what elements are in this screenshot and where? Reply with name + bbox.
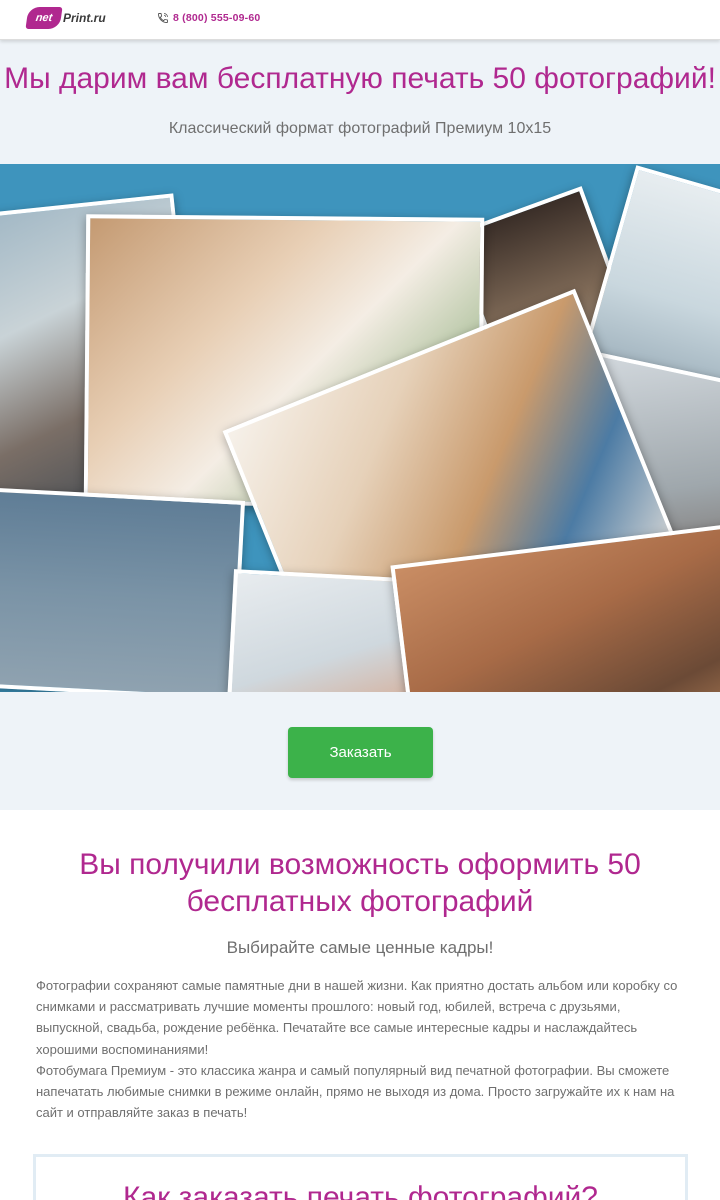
phone-link[interactable]: 8 (800) 555-09-60 [157,12,260,24]
section-body: Фотографии сохраняют самые памятные дни … [36,975,686,1123]
phone-icon [158,13,168,23]
phone-number: 8 (800) 555-09-60 [173,12,261,24]
order-button[interactable]: Заказать [288,727,433,778]
hero-title: Мы дарим вам бесплатную печать 50 фотогр… [4,62,716,95]
site-header: net Print.ru 8 (800) 555-09-60 [0,0,720,40]
section-subtitle: Выбирайте самые ценные кадры! [226,938,494,957]
how-to-order-title: Как заказать печать фотографий? [123,1181,598,1200]
section-paragraph-2: Фотобумага Премиум - это классика жанра … [36,1062,675,1121]
hero-subtitle: Классический формат фотографий Премиум 1… [168,120,552,137]
logo-text: Print.ru [63,11,106,25]
logo-badge: net [25,7,63,29]
site-logo[interactable]: net Print.ru [25,6,106,30]
how-to-order-box: Как заказать печать фотографий? [33,1154,688,1200]
photo-collage [0,164,720,692]
hero-section: Мы дарим вам бесплатную печать 50 фотогр… [0,40,720,164]
collage-photo-newborn [0,487,246,692]
info-section: Вы получили возможность оформить 50 бесп… [0,810,720,1200]
section-title: Вы получили возможность оформить 50 бесп… [79,848,641,918]
cta-section: Заказать [0,692,720,810]
section-paragraph-1: Фотографии сохраняют самые памятные дни … [36,978,678,1057]
